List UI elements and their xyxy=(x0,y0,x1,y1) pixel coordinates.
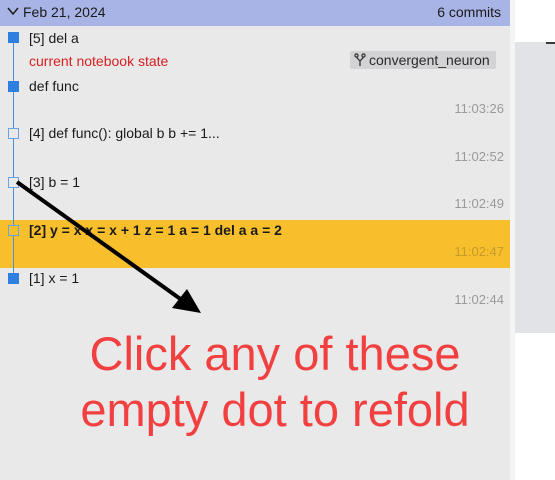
annotation-text: Click any of these empty dot to refold xyxy=(30,326,520,438)
annotation-line-1: Click any of these xyxy=(89,327,461,380)
annotation-line-2: empty dot to refold xyxy=(80,383,470,436)
